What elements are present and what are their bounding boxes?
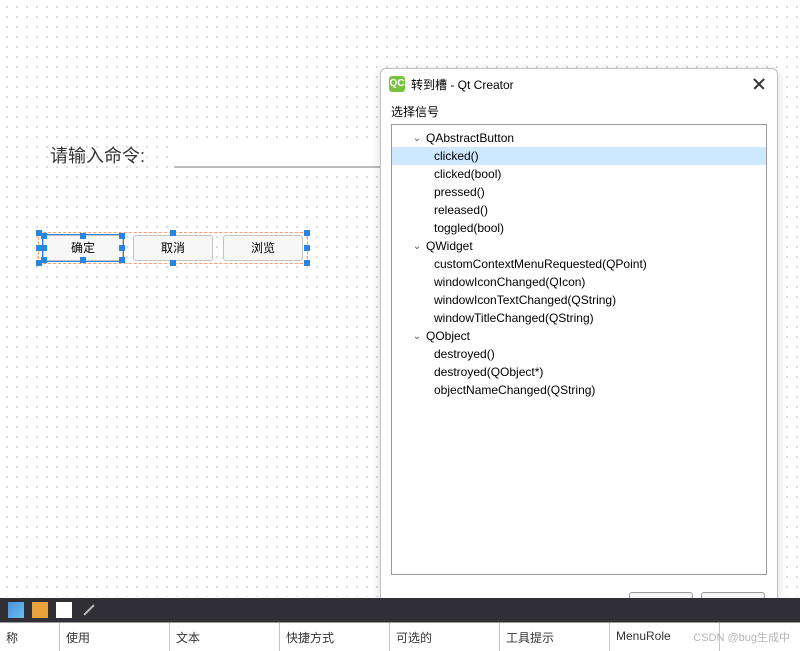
- chevron-down-icon[interactable]: ⌄: [410, 241, 424, 252]
- toolbar-icon-2[interactable]: [32, 602, 48, 618]
- tree-item-label: toggled(bool): [432, 221, 504, 235]
- designer-button-cancel-label: 取消: [161, 241, 185, 255]
- tree-item-label: windowIconChanged(QIcon): [432, 275, 585, 289]
- designer-button-cancel[interactable]: 取消: [133, 235, 213, 261]
- goto-slot-dialog: QC 转到槽 - Qt Creator 选择信号 ⌄QAbstractButto…: [380, 68, 778, 624]
- tree-item-label: QAbstractButton: [424, 131, 514, 145]
- tree-item-label: clicked(): [432, 149, 479, 163]
- command-label: 请输入命令:: [50, 142, 145, 168]
- wrench-icon[interactable]: [80, 601, 98, 619]
- tree-item[interactable]: toggled(bool): [392, 219, 766, 237]
- tree-group[interactable]: ⌄QAbstractButton: [392, 129, 766, 147]
- tree-item-label: customContextMenuRequested(QPoint): [432, 257, 647, 271]
- toolbar-icon-3[interactable]: [56, 602, 72, 618]
- command-input[interactable]: [174, 138, 404, 168]
- tree-item[interactable]: windowTitleChanged(QString): [392, 309, 766, 327]
- signal-tree[interactable]: ⌄QAbstractButtonclicked()clicked(bool)pr…: [391, 124, 767, 575]
- col-use[interactable]: 使用: [60, 623, 170, 651]
- tree-item-label: destroyed(QObject*): [432, 365, 543, 379]
- toolbar-icon-1[interactable]: [8, 602, 24, 618]
- chevron-down-icon[interactable]: ⌄: [410, 133, 424, 144]
- tree-item-label: QWidget: [424, 239, 473, 253]
- chevron-down-icon[interactable]: ⌄: [410, 331, 424, 342]
- tree-group[interactable]: ⌄QObject: [392, 327, 766, 345]
- tree-item[interactable]: pressed(): [392, 183, 766, 201]
- dialog-titlebar[interactable]: QC 转到槽 - Qt Creator: [381, 69, 777, 99]
- col-tooltip[interactable]: 工具提示: [500, 623, 610, 651]
- dialog-title: 转到槽 - Qt Creator: [411, 76, 749, 93]
- tree-item[interactable]: windowIconChanged(QIcon): [392, 273, 766, 291]
- tree-item[interactable]: destroyed(QObject*): [392, 363, 766, 381]
- tree-item-label: windowIconTextChanged(QString): [432, 293, 616, 307]
- watermark: CSDN @bug生成中: [693, 629, 790, 645]
- tree-item-label: QObject: [424, 329, 470, 343]
- tree-item[interactable]: clicked(bool): [392, 165, 766, 183]
- tree-group[interactable]: ⌄QWidget: [392, 237, 766, 255]
- button-layout[interactable]: 确定 取消 浏览: [38, 232, 308, 264]
- tree-item[interactable]: released(): [392, 201, 766, 219]
- tree-item[interactable]: destroyed(): [392, 345, 766, 363]
- tree-item-label: objectNameChanged(QString): [432, 383, 595, 397]
- col-text[interactable]: 文本: [170, 623, 280, 651]
- tree-item-label: pressed(): [432, 185, 485, 199]
- designer-button-ok-label: 确定: [71, 241, 95, 255]
- designer-button-browse-label: 浏览: [251, 241, 275, 255]
- tree-item-label: clicked(bool): [432, 167, 501, 181]
- select-signal-label: 选择信号: [381, 99, 777, 124]
- col-name[interactable]: 称: [0, 623, 60, 651]
- bottom-toolbar: [0, 598, 800, 622]
- tree-item[interactable]: customContextMenuRequested(QPoint): [392, 255, 766, 273]
- close-icon[interactable]: [749, 74, 769, 94]
- designer-button-browse[interactable]: 浏览: [223, 235, 303, 261]
- property-column-headers: 称 使用 文本 快捷方式 可选的 工具提示 MenuRole: [0, 622, 800, 650]
- tree-item-label: destroyed(): [432, 347, 495, 361]
- tree-item-label: windowTitleChanged(QString): [432, 311, 594, 325]
- tree-item-label: released(): [432, 203, 488, 217]
- tree-item[interactable]: clicked(): [392, 147, 766, 165]
- col-shortcut[interactable]: 快捷方式: [280, 623, 390, 651]
- tree-item[interactable]: objectNameChanged(QString): [392, 381, 766, 399]
- designer-button-ok[interactable]: 确定: [43, 235, 123, 261]
- col-checkable[interactable]: 可选的: [390, 623, 500, 651]
- qt-creator-icon: QC: [389, 76, 405, 92]
- tree-item[interactable]: windowIconTextChanged(QString): [392, 291, 766, 309]
